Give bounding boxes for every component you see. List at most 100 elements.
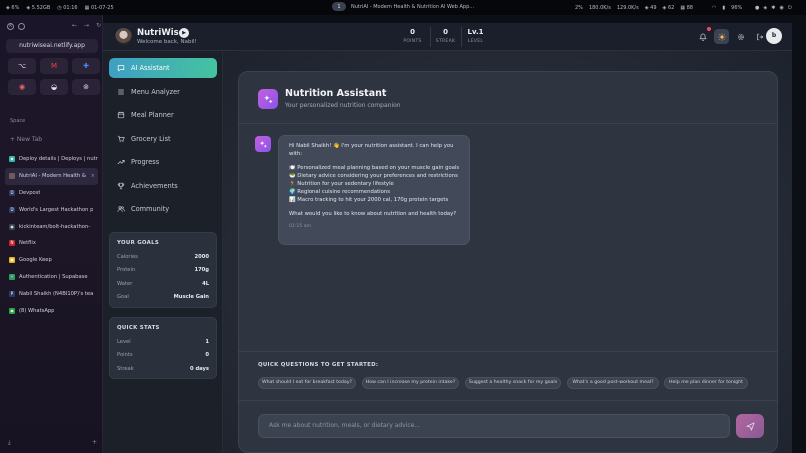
divider: [239, 400, 777, 401]
assistant-title: Nutrition Assistant: [285, 88, 387, 99]
favicon-icon: ◆: [9, 156, 15, 163]
user-avatar-button[interactable]: b: [766, 28, 782, 44]
browser-tab[interactable]: ◉ kickinteam/bolt-hackathon-: [5, 218, 98, 235]
favorite-add-icon[interactable]: ✚: [72, 58, 100, 74]
favorite-github-icon[interactable]: ⌥: [8, 58, 36, 74]
favorite-app-icon[interactable]: ◒: [40, 79, 68, 95]
stat-row: Streak 0 days: [117, 366, 209, 372]
streak-label: STREAK: [435, 39, 456, 44]
message-bullet: 🏃 Nutrition for your sedentary lifestyle: [289, 180, 394, 187]
logout-button[interactable]: [752, 29, 767, 44]
window-edge: [792, 23, 806, 453]
gpu-status: ◈ 62: [662, 4, 675, 11]
browser-tab[interactable]: D World's Largest Hackathon p: [5, 201, 98, 218]
level-value: Lv.1: [467, 28, 484, 36]
browser-tab[interactable]: ◆ Deploy details | Deploys | nutr: [5, 151, 98, 168]
assistant-message: Hi Nabil Shaikh! 👋 I'm your nutrition as…: [278, 135, 470, 245]
streak-value: 0: [443, 28, 448, 36]
cpu-usage: 2%: [575, 4, 583, 11]
download-icon[interactable]: ⤓: [8, 439, 11, 447]
message-bullet: 🥗 Dietary advice considering your prefer…: [289, 172, 458, 179]
quick-question-chip[interactable]: Help me plan dinner for tonight: [664, 377, 748, 389]
nav-item-progress[interactable]: Progress: [109, 152, 217, 172]
message-bullet: 📊 Macro tracking to hit your 2000 cal, 1…: [289, 196, 449, 203]
quick-question-chip[interactable]: How can I increase my protein intake?: [362, 377, 459, 389]
goal-value: 2000: [194, 253, 209, 260]
avatar[interactable]: [115, 28, 132, 45]
theme-toggle-button[interactable]: [714, 29, 729, 44]
tab-title: NutriAI - Modern Health &: [19, 173, 86, 180]
net-up: 129.0K/s: [616, 4, 639, 11]
message-time: 01:15 am: [289, 223, 311, 229]
notification-dot: [707, 27, 711, 31]
settings-button[interactable]: [733, 29, 748, 44]
cpu-status: ◈ 6%: [6, 4, 20, 11]
browser-sidebar: × ← → ↻ nutriwiseai.netlify.app ⌥ M ✚ ◉ …: [0, 15, 103, 453]
notifications-button[interactable]: [695, 29, 710, 44]
wifi-icon[interactable]: ◠: [712, 5, 716, 11]
favorite-app-icon[interactable]: ◉: [8, 79, 36, 95]
date: ▦ 01-07-25: [84, 4, 114, 11]
nav-item-meal-planner[interactable]: Meal Planner: [109, 105, 217, 125]
power-icon[interactable]: ⏻: [788, 5, 792, 11]
temp-status: ◈ 49: [644, 4, 657, 11]
sidebar-toggle-icon[interactable]: [18, 23, 25, 30]
browser-tab[interactable]: N Netflix: [5, 235, 98, 252]
add-space-icon[interactable]: +: [92, 439, 97, 447]
nav-item-menu-analyzer[interactable]: Menu Analyzer: [109, 82, 217, 102]
close-icon[interactable]: ×: [7, 23, 14, 30]
tray-icon[interactable]: ●: [755, 5, 759, 11]
disk-status: ▦ 88: [680, 4, 693, 11]
goals-card: YOUR GOALS Calories 2000 Protein 170g Wate…: [109, 232, 217, 308]
browser-tab[interactable]: ▣ Google Keep: [5, 252, 98, 269]
nav-item-achievements[interactable]: Achievements: [109, 176, 217, 196]
forward-icon[interactable]: →: [84, 22, 89, 29]
quick-question-chip[interactable]: What should I eat for breakfast today?: [258, 377, 356, 389]
nav-item-grocery-list[interactable]: Grocery List: [109, 129, 217, 149]
tray-icon[interactable]: ◉: [779, 5, 783, 11]
favorite-gmail-icon[interactable]: M: [40, 58, 68, 74]
assistant-panel: Nutrition Assistant Your personalized nu…: [238, 71, 778, 453]
nav-item-community[interactable]: Community: [109, 199, 217, 219]
favicon-icon: N: [9, 240, 15, 247]
browser-tab[interactable]: ⚡ Authentication | Supabase: [5, 269, 98, 286]
quick-question-chip[interactable]: What's a good post-workout meal?: [567, 377, 659, 389]
message-input[interactable]: Ask me about nutrition, meals, or dietar…: [258, 414, 730, 438]
goal-row: Goal Muscle Gain: [117, 294, 209, 300]
new-tab-button[interactable]: + New Tab: [10, 136, 42, 143]
stat-label: Streak: [117, 365, 134, 372]
level-stat: Lv.1 LEVEL: [460, 28, 491, 44]
assistant-subtitle: Your personalized nutrition companion: [285, 102, 401, 109]
browser-tab[interactable]: NutriAI - Modern Health & ×: [5, 167, 98, 185]
favorite-openai-icon[interactable]: ⊚: [72, 79, 100, 95]
workspace-indicator[interactable]: 1: [332, 2, 346, 11]
browser-tab[interactable]: ◉ (8) WhatsApp: [5, 302, 98, 319]
browser-tab[interactable]: D Devpost: [5, 185, 98, 202]
tab-title: Google Keep: [19, 257, 52, 264]
bluetooth-icon[interactable]: ✱: [771, 5, 775, 11]
url-bar[interactable]: nutriwiseai.netlify.app: [6, 39, 98, 53]
brand-name: NutriWise: [137, 28, 185, 38]
goal-label: Goal: [117, 294, 129, 300]
favicon-icon: D: [9, 206, 15, 213]
favicon-icon: D: [9, 189, 15, 196]
reload-icon[interactable]: ↻: [96, 22, 101, 29]
clock: ◷ 01:16: [57, 4, 78, 11]
message-bullet: 🍽️ Personalized meal planning based on y…: [289, 164, 460, 171]
send-button[interactable]: [736, 414, 764, 438]
quick-stats-title: QUICK STATS: [117, 325, 160, 331]
back-icon[interactable]: ←: [72, 22, 77, 29]
tray-icon[interactable]: ◈: [763, 5, 767, 11]
battery-icon: ▮: [722, 4, 726, 11]
message-line: with:: [289, 150, 303, 157]
nav-item-ai-assistant[interactable]: AI Assistant: [109, 58, 217, 78]
quick-question-chip[interactable]: Suggest a healthy snack for my goals: [465, 377, 561, 389]
play-icon[interactable]: ▶: [179, 28, 189, 38]
close-tab-icon[interactable]: ×: [91, 173, 95, 179]
bell-icon: [698, 33, 707, 41]
favicon-icon: ▣: [9, 257, 15, 264]
browser-tab[interactable]: P Nabil Shaikh (N4BI10P)'s tea: [5, 285, 98, 302]
stat-label: Level: [117, 338, 131, 345]
tab-title: Devpost: [19, 189, 41, 196]
favicon-icon: P: [9, 290, 15, 297]
